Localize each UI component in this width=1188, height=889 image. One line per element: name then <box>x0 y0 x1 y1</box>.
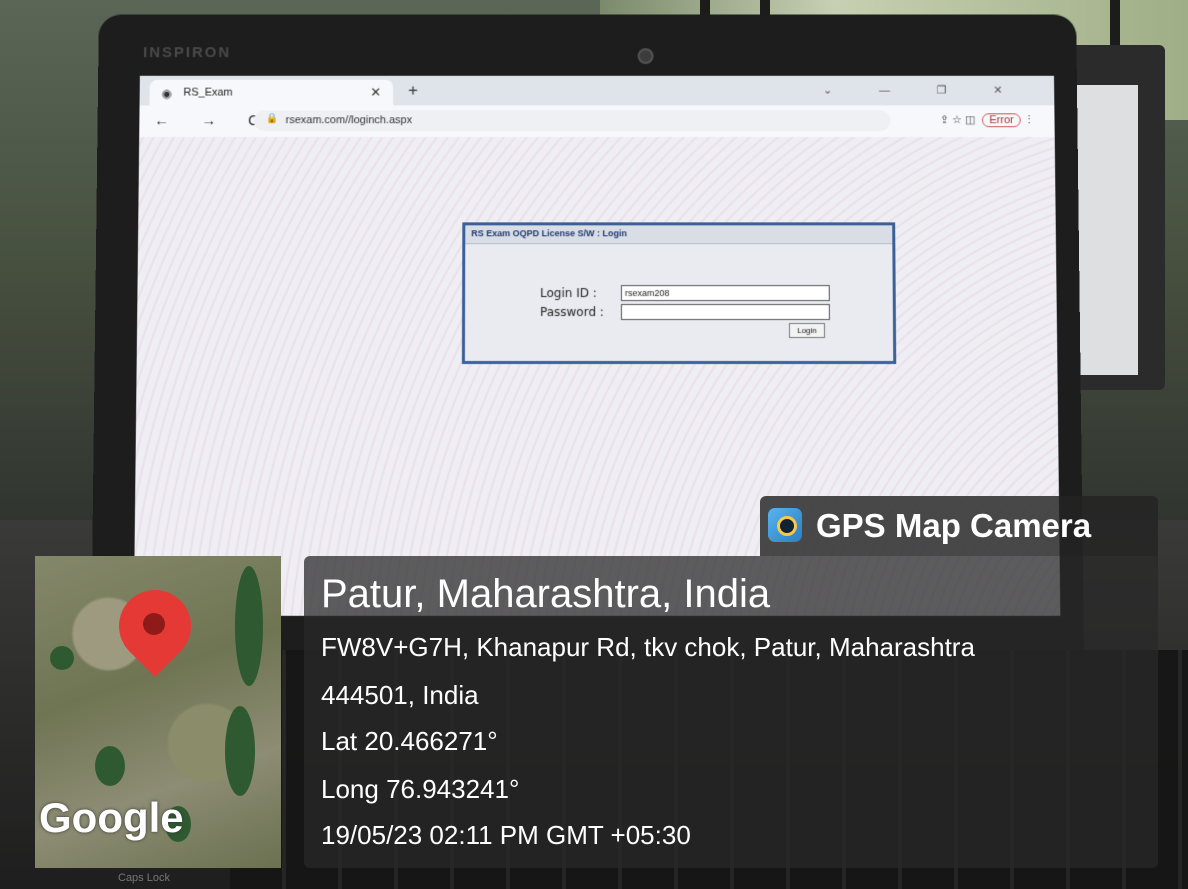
close-icon[interactable]: ✕ <box>370 85 381 101</box>
lock-icon: 🔒 <box>265 113 279 125</box>
location-pin-center <box>143 613 165 635</box>
address-line-1: FW8V+G7H, Khanapur Rd, tkv chok, Patur, … <box>321 632 975 662</box>
password-field[interactable] <box>620 304 830 321</box>
browser-tabbar: ◉ RS_Exam ✕ + ⌄ — ❐ ✕ <box>139 75 1055 106</box>
window-controls[interactable]: ⌄ — ❐ ✕ <box>823 84 1024 97</box>
address-bar[interactable]: 🔒 rsexam.com//loginch.aspx <box>253 110 891 132</box>
map-tree-cluster <box>95 746 125 786</box>
globe-icon: ◉ <box>161 86 173 101</box>
login-id-label: Login ID : <box>540 286 597 301</box>
caps-lock-key: Caps Lock <box>118 872 170 884</box>
map-tree-cluster <box>50 646 74 670</box>
google-logo: Google <box>39 794 184 841</box>
webcam <box>637 48 654 64</box>
login-button[interactable]: Login <box>788 323 826 338</box>
new-tab-button[interactable]: + <box>408 81 418 101</box>
login-id-field[interactable]: rsexam208 <box>620 285 830 302</box>
map-tree-cluster <box>225 706 255 796</box>
gps-app-name: GPS Map Camera <box>816 507 1092 544</box>
tab-title: RS_Exam <box>183 86 233 99</box>
login-panel-header: RS Exam OQPD License S/W : Login <box>465 225 893 245</box>
gps-info-panel: Patur, Maharashtra, India FW8V+G7H, Khan… <box>304 556 1158 868</box>
error-badge[interactable]: Error <box>982 113 1021 128</box>
map-thumbnail: Google <box>35 556 281 868</box>
camera-app-icon <box>768 508 802 542</box>
gps-app-badge: GPS Map Camera <box>760 496 1158 556</box>
longitude: Long 76.943241° <box>321 774 520 804</box>
latitude: Lat 20.466271° <box>321 726 498 756</box>
timestamp: 19/05/23 02:11 PM GMT +05:30 <box>321 820 691 850</box>
url-text: rsexam.com//loginch.aspx <box>285 114 413 127</box>
login-panel: RS Exam OQPD License S/W : Login Login I… <box>461 222 897 365</box>
browser-tab[interactable]: ◉ RS_Exam ✕ <box>149 79 394 106</box>
toolbar-icons: ⇪ ☆ ◫ Error ⋮ <box>939 113 1035 128</box>
login-panel-title: RS Exam OQPD License S/W : Login <box>471 228 627 239</box>
address-line-2: 444501, India <box>321 680 479 710</box>
laptop-brand: INSPIRON <box>143 44 232 62</box>
place-name: Patur, Maharashtra, India <box>321 572 771 616</box>
password-label: Password : <box>540 305 604 320</box>
map-tree-cluster <box>235 566 263 686</box>
browser-toolbar: ← → C 🔒 rsexam.com//loginch.aspx ⇪ ☆ ◫ E… <box>139 105 1055 138</box>
